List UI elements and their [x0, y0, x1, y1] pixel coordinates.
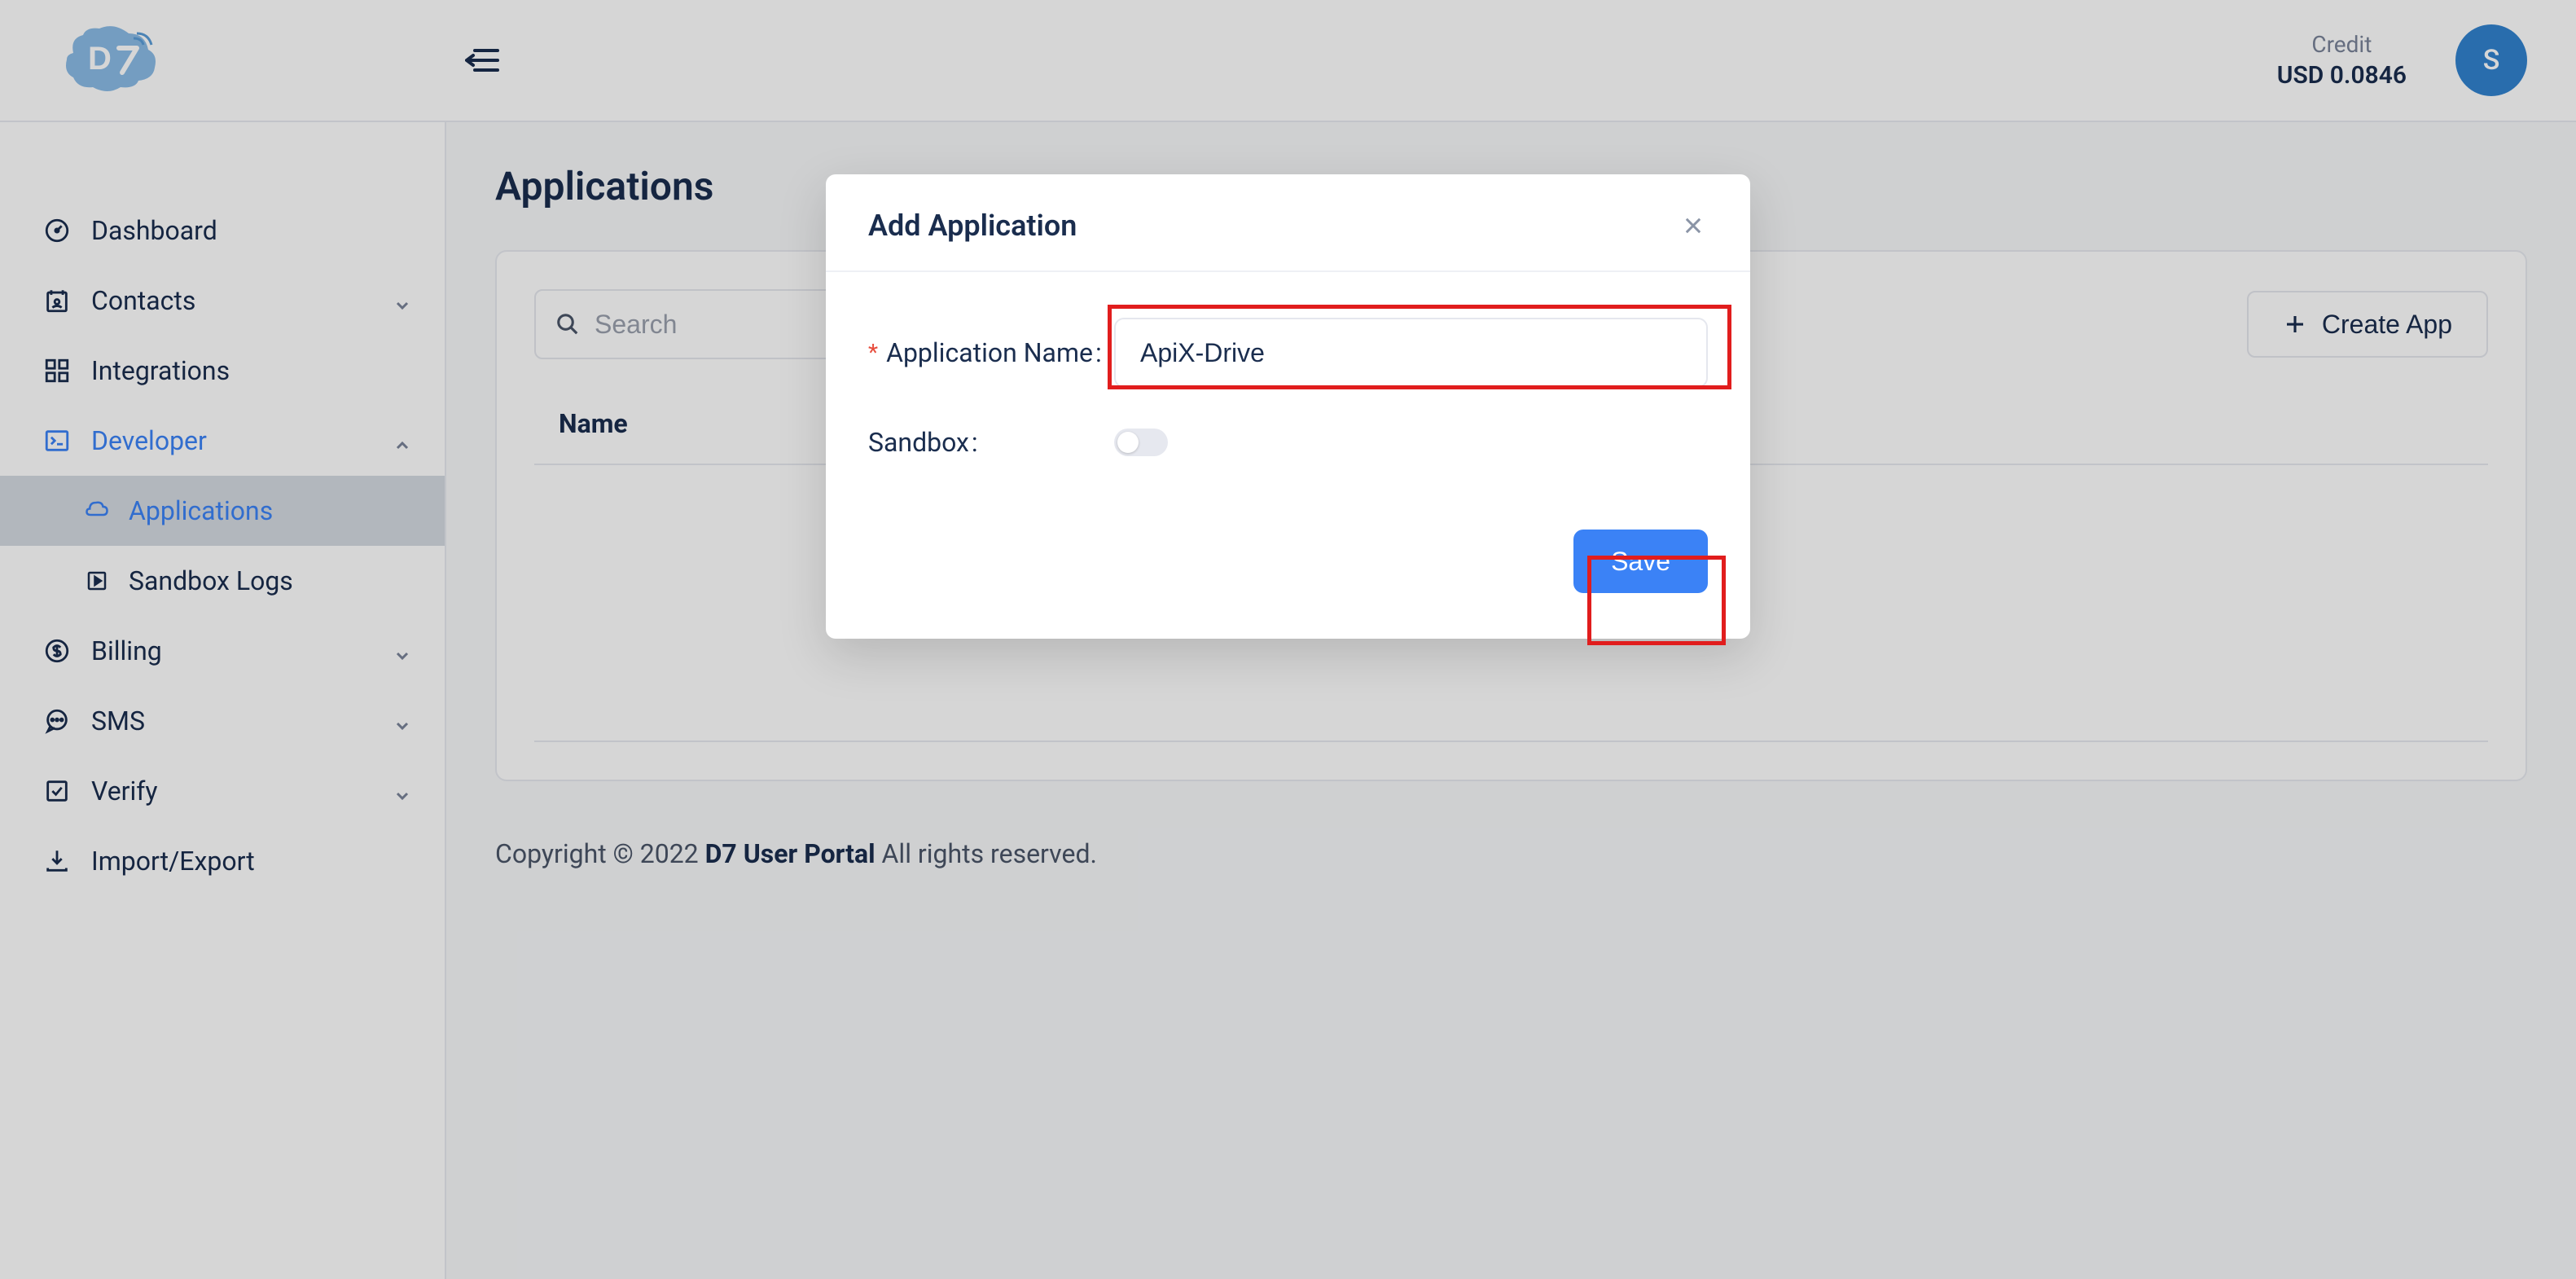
application-name-row: * Application Name :: [868, 318, 1708, 388]
add-application-modal: Add Application * Application Name : San…: [826, 174, 1750, 639]
modal-title: Add Application: [868, 209, 1077, 243]
sandbox-label-text: Sandbox: [868, 427, 969, 458]
modal-close-button[interactable]: [1679, 211, 1708, 240]
sandbox-row: Sandbox :: [868, 427, 1708, 458]
modal-footer: Save: [826, 513, 1750, 639]
sandbox-label: Sandbox :: [868, 427, 1114, 458]
modal-overlay[interactable]: Add Application * Application Name : San…: [0, 0, 2576, 1279]
save-button[interactable]: Save: [1573, 530, 1708, 593]
modal-header: Add Application: [826, 174, 1750, 272]
sandbox-toggle[interactable]: [1114, 429, 1168, 456]
modal-body: * Application Name : Sandbox :: [826, 272, 1750, 513]
application-name-label: * Application Name :: [868, 337, 1114, 368]
close-icon: [1682, 214, 1705, 237]
required-asterisk: *: [868, 341, 878, 364]
app-name-label-text: Application Name: [886, 337, 1093, 368]
application-name-input[interactable]: [1114, 318, 1708, 388]
